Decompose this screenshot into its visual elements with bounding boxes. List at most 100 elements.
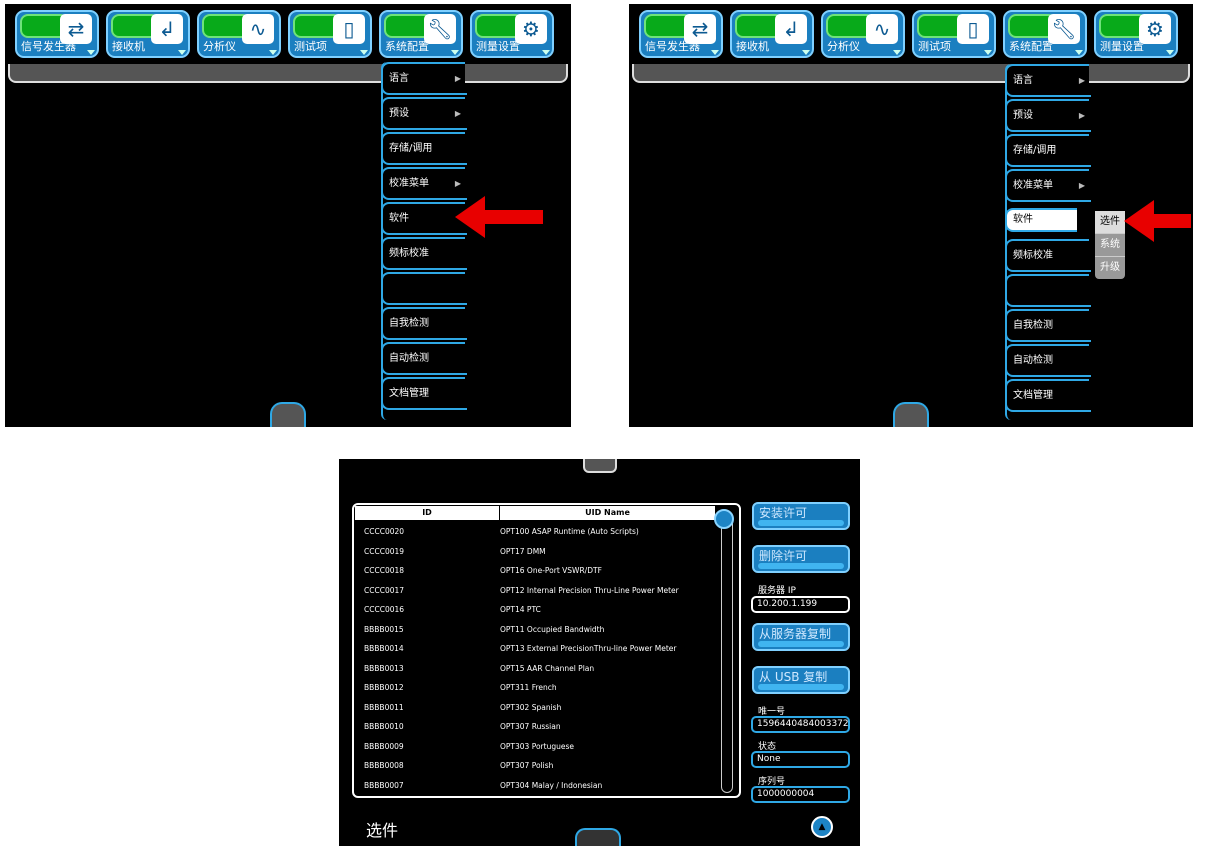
test-items-button[interactable]: ▯ 测试项 — [912, 10, 996, 58]
probe-icon: ▯ — [333, 14, 365, 44]
menu-item-language[interactable]: 语言 ▶ — [1005, 64, 1091, 97]
analyzer-button[interactable]: ∿ 分析仪 — [821, 10, 905, 58]
system-config-menu: 语言 ▶ 预设 ▶ 存储/调用 校准菜单 ▶ 软件 频标校准 自我检测 自动检测 文档… — [1005, 64, 1091, 420]
options-table: ID UID Name CCCC0020 OPT100 ASAP Runtime … — [352, 503, 741, 798]
menu-item-save-recall[interactable]: 存储/调用 — [1005, 134, 1091, 167]
button-label: 分析仪 — [203, 40, 236, 53]
scrollbar-thumb[interactable] — [714, 509, 734, 529]
cell-id: BBBB0010 — [364, 722, 404, 731]
menu-item-self-test[interactable]: 自我检测 — [1005, 309, 1091, 342]
table-row[interactable]: BBBB0009 OPT303 Portuguese — [354, 736, 724, 756]
scrollbar-track[interactable] — [721, 511, 733, 793]
test-items-button[interactable]: ▯ 测试项 — [288, 10, 372, 58]
button-label: 信号发生器 — [645, 40, 700, 53]
button-label: 系统配置 — [1009, 40, 1053, 53]
menu-item-file-management[interactable]: 文档管理 — [1005, 379, 1091, 412]
menu-item-software[interactable]: 软件 — [381, 202, 467, 235]
copy-from-usb-button[interactable]: 从 USB 复制 — [752, 666, 850, 694]
receiver-button[interactable]: ↲ 接收机 — [106, 10, 190, 58]
table-row[interactable]: CCCC0016 OPT14 PTC — [354, 599, 724, 619]
delete-license-button[interactable]: 删除许可 — [752, 545, 850, 573]
server-ip-label: 服务器 IP — [758, 586, 796, 596]
button-label: 信号发生器 — [21, 40, 76, 53]
bottom-drawer-handle[interactable] — [893, 402, 929, 427]
serial-number-field[interactable]: 1000000004 — [751, 786, 850, 803]
table-row[interactable]: BBBB0015 OPT11 Occupied Bandwidth — [354, 619, 724, 639]
menu-item-empty[interactable] — [381, 272, 467, 305]
table-row[interactable]: CCCC0020 OPT100 ASAP Runtime (Auto Script… — [354, 521, 724, 541]
menu-item-self-test[interactable]: 自我检测 — [381, 307, 467, 340]
submenu-upgrade[interactable]: 升级 — [1095, 257, 1125, 279]
table-row[interactable]: BBBB0014 OPT13 External PrecisionThru-lin… — [354, 638, 724, 658]
chevron-down-icon — [451, 50, 459, 55]
status-field[interactable]: None — [751, 751, 850, 768]
panel-title: 选件 — [366, 821, 399, 840]
cell-id: CCCC0019 — [364, 546, 405, 556]
menu-item-label: 软件 — [1013, 214, 1033, 225]
menu-item-save-recall[interactable]: 存储/调用 — [381, 132, 467, 165]
menu-item-file-management[interactable]: 文档管理 — [381, 377, 467, 410]
button-label: 安装许可 — [759, 506, 808, 520]
table-row[interactable]: BBBB0012 OPT311 French — [354, 677, 724, 697]
menu-item-label: 预设 — [389, 108, 409, 119]
column-header-id[interactable]: ID — [355, 506, 500, 520]
menu-item-freq-ref-cal[interactable]: 频标校准 — [381, 237, 467, 270]
install-license-button[interactable]: 安装许可 — [752, 502, 850, 530]
menu-item-label: 自动检测 — [1013, 355, 1053, 366]
menu-item-software[interactable]: 软件 — [1005, 208, 1077, 232]
cell-uid-name: OPT304 Malay / Indonesian — [500, 780, 603, 790]
table-row[interactable]: CCCC0019 OPT17 DMM — [354, 541, 724, 561]
signal-generator-button[interactable]: ⇄ 信号发生器 — [639, 10, 723, 58]
bottom-drawer-handle[interactable] — [270, 402, 306, 427]
button-label: 系统配置 — [385, 40, 429, 53]
copy-from-server-button[interactable]: 从服务器复制 — [752, 623, 850, 651]
menu-item-preset[interactable]: 预设 ▶ — [381, 97, 467, 130]
table-row[interactable]: BBBB0007 OPT304 Malay / Indonesian — [354, 775, 724, 795]
chevron-down-icon — [893, 50, 901, 55]
cell-uid-name: OPT311 French — [500, 683, 557, 692]
receiver-button[interactable]: ↲ 接收机 — [730, 10, 814, 58]
system-config-button[interactable]: 🔧︎ 系统配置 — [379, 10, 463, 58]
measurement-setup-button[interactable]: ⚙ 测量设置 — [470, 10, 554, 58]
menu-item-freq-ref-cal[interactable]: 频标校准 — [1005, 239, 1091, 272]
table-row[interactable]: BBBB0013 OPT15 AAR Channel Plan — [354, 658, 724, 678]
analyzer-button[interactable]: ∿ 分析仪 — [197, 10, 281, 58]
system-config-button[interactable]: 🔧︎ 系统配置 — [1003, 10, 1087, 58]
signal-generator-button[interactable]: ⇄ 信号发生器 — [15, 10, 99, 58]
button-label: 接收机 — [112, 40, 145, 53]
submenu-system[interactable]: 系统 — [1095, 234, 1125, 257]
screen-software-submenu: ⇄ 信号发生器 ↲ 接收机 ∿ 分析仪 ▯ 测试项 🔧︎ 系统配置 ⚙ 测量设置… — [629, 4, 1193, 427]
button-shine — [758, 563, 844, 569]
menu-item-label: 语言 — [1013, 75, 1033, 86]
table-row[interactable]: BBBB0008 OPT307 Polish — [354, 755, 724, 775]
bottom-drawer-handle[interactable] — [575, 828, 621, 846]
top-drawer-handle[interactable] — [583, 459, 617, 473]
submenu-arrow-icon: ▶ — [454, 74, 461, 83]
submenu-arrow-icon: ▶ — [1078, 111, 1085, 120]
cell-uid-name: OPT11 Occupied Bandwidth — [500, 624, 605, 634]
table-row[interactable]: CCCC0018 OPT16 One-Port VSWR/DTF — [354, 560, 724, 580]
chevron-down-icon — [1166, 50, 1174, 55]
scroll-up-icon[interactable]: ▲ — [811, 816, 833, 838]
menu-item-calibration[interactable]: 校准菜单 ▶ — [1005, 169, 1091, 202]
menu-item-preset[interactable]: 预设 ▶ — [1005, 99, 1091, 132]
column-header-uid-name[interactable]: UID Name — [500, 506, 715, 520]
server-ip-field[interactable]: 10.200.1.199 — [751, 596, 850, 613]
chevron-down-icon — [802, 50, 810, 55]
button-label: 测试项 — [918, 40, 951, 53]
table-row[interactable]: BBBB0011 OPT302 Spanish — [354, 697, 724, 717]
menu-item-calibration[interactable]: 校准菜单 ▶ — [381, 167, 467, 200]
menu-item-label: 校准菜单 — [389, 178, 429, 189]
chevron-down-icon — [360, 50, 368, 55]
pointer-arrow-shaft — [1151, 214, 1191, 228]
table-row[interactable]: BBBB0010 OPT307 Russian — [354, 716, 724, 736]
measurement-setup-button[interactable]: ⚙ 测量设置 — [1094, 10, 1178, 58]
menu-item-empty[interactable] — [1005, 274, 1091, 307]
unique-id-field[interactable]: 1596440484003372 — [751, 716, 850, 733]
submenu-options[interactable]: 选件 — [1095, 211, 1125, 234]
table-row[interactable]: CCCC0017 OPT12 Internal Precision Thru-Li… — [354, 580, 724, 600]
menu-item-auto-test[interactable]: 自动检测 — [1005, 344, 1091, 377]
menu-item-auto-test[interactable]: 自动检测 — [381, 342, 467, 375]
button-label: 接收机 — [736, 40, 769, 53]
menu-item-language[interactable]: 语言 ▶ — [381, 62, 467, 95]
